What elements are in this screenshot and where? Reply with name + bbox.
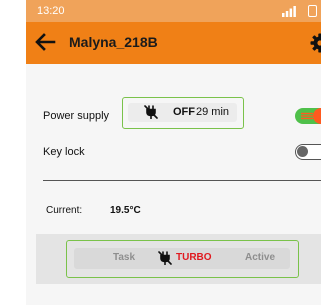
page-title: Malyna_218B	[69, 34, 158, 50]
power-supply-status-pill: OFF 29 min	[128, 103, 237, 122]
battery-icon	[308, 5, 317, 17]
toggle-knob	[297, 146, 308, 157]
mode-turbo[interactable]: TURBO	[176, 252, 212, 263]
plug-off-icon	[144, 105, 158, 119]
divider	[43, 180, 321, 181]
power-supply-toggle[interactable]	[295, 108, 321, 124]
power-supply-label: Power supply	[43, 110, 110, 122]
power-supply-status[interactable]: OFF 29 min	[122, 97, 244, 129]
arrow-left-icon[interactable]	[33, 30, 57, 54]
mode-task[interactable]: Task	[113, 252, 135, 263]
current-label: Current:	[46, 205, 83, 216]
status-time: 13:20	[37, 5, 65, 17]
gear-icon[interactable]	[310, 33, 321, 53]
toggle-knob	[313, 108, 321, 124]
key-lock-label: Key lock	[43, 146, 85, 158]
key-lock-toggle[interactable]	[295, 144, 321, 160]
toggle-stripes-icon	[301, 112, 313, 120]
current-temperature: 19.5°C	[110, 205, 141, 216]
power-state: OFF	[173, 106, 195, 118]
status-bar: 13:20	[26, 0, 321, 22]
mode-active[interactable]: Active	[245, 252, 275, 263]
app-screen: 13:20 Malyna_218B Power supply OFF 29 mi…	[26, 0, 321, 305]
plug-off-icon	[158, 251, 172, 265]
app-bar: Malyna_218B	[26, 22, 321, 64]
mode-selector-pill: Task TURBO Active	[74, 248, 290, 269]
signal-bars-icon	[282, 6, 296, 17]
power-duration: 29 min	[196, 106, 230, 118]
mode-selector[interactable]: Task TURBO Active	[66, 240, 299, 278]
